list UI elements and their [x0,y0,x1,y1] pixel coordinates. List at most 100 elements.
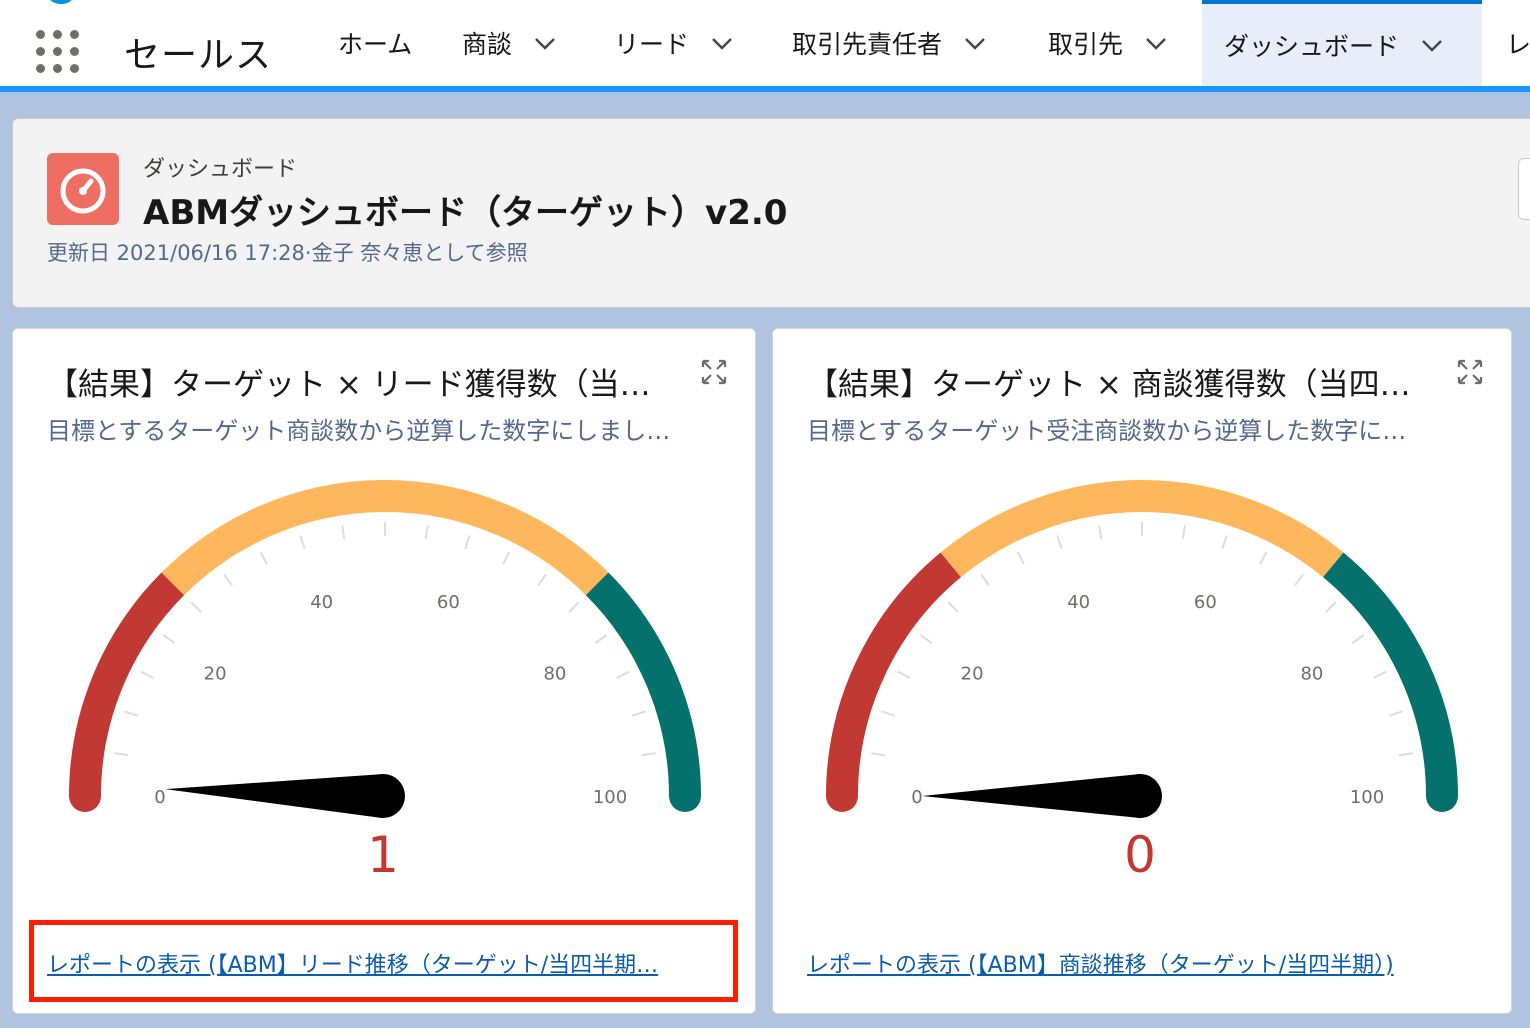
gauge-needle-hub [1118,774,1162,818]
gauge-tick-label: 100 [593,787,627,808]
gauge-tick [1016,551,1025,565]
gauge-band [826,552,962,797]
chevron-down-icon[interactable] [711,32,733,54]
gauge-tick-label: 20 [204,664,227,685]
nav-item-reports[interactable]: レ [1506,0,1530,86]
header-eyebrow: ダッシュボード [143,157,298,182]
nav-item-label: レ [1506,30,1530,59]
gauge-tick [1056,535,1063,550]
gauge-chart: 0 20 40 60 80 100 0 [826,480,1458,884]
dashboard-header: ダッシュボード ABMダッシュボード（ターゲット）v2.0 更新日 2021/0… [12,118,1530,308]
nav-item-label: 商談 [462,30,513,59]
gauge-tick [299,535,306,550]
gauge-tick [881,710,896,717]
view-report-link[interactable]: レポートの表示 (【ABM】商談推移（ターゲット/当四半期）) [807,947,1394,979]
highlight-box [29,920,738,1002]
gauge-tick [259,551,268,565]
nav-item-home[interactable]: ホーム [338,0,412,86]
gauge-value: 1 [367,826,399,884]
gauge-tick-label: 0 [911,787,922,808]
gauge-tick [140,670,154,679]
gauge-tick [1398,752,1413,757]
gauge-band-cap [826,780,858,812]
header-action-button[interactable] [1518,158,1530,220]
gauge-tick [190,601,202,613]
nav-item-accounts[interactable]: 取引先 [1048,0,1167,86]
widget-title[interactable]: 【結果】ターゲット × 商談獲得数（当四… [807,359,1411,404]
gauge-tick [464,535,471,550]
gauge-band [161,480,609,596]
gauge-tick-label: 60 [437,592,460,613]
nav-item-label: ホーム [338,30,413,59]
app-launcher-icon[interactable] [36,30,82,76]
gauge-tick [124,710,139,717]
gauge-tick-label: 80 [543,664,566,685]
top-navigation: セールス ホーム 商談 リード 取引先責任者 取引先 ダッシュボード レ [0,0,1530,92]
gauge-tick [616,670,630,679]
dashboard-widget: 【結果】ターゲット × 商談獲得数（当四… 目標とするターゲット受注商談数から逆… [772,328,1512,1014]
chevron-down-icon[interactable] [964,32,986,54]
nav-item-contacts[interactable]: 取引先責任者 [792,0,986,86]
gauge-chart: 0 20 40 60 80 100 1 [69,480,701,884]
gauge-tick [594,634,608,644]
chevron-down-icon[interactable] [1421,34,1443,56]
expand-icon[interactable] [701,359,727,385]
gauge-tick [919,634,933,644]
gauge-band [585,572,701,797]
gauge-tick [568,601,580,613]
gauge-tick [1388,710,1403,717]
page-title: ABMダッシュボード（ターゲット）v2.0 [143,193,788,233]
gauge-tick-label: 0 [154,787,165,808]
gauge-tick-label: 100 [1350,787,1384,808]
gauge-tick [1294,573,1304,587]
gauge-tick [1351,634,1365,644]
gauge-value: 0 [1124,826,1156,884]
gauge-needle-hub [361,774,405,818]
gauge-band-cap [69,780,101,812]
gauge-tick [162,634,176,644]
gauge-tick-label: 40 [310,592,333,613]
gauge-band [1322,552,1458,797]
gauge-tick [871,752,886,757]
expand-icon[interactable] [1457,359,1483,385]
dashboard-widget: 【結果】ターゲット × リード獲得数（当… 目標とするターゲット商談数から逆算し… [12,328,756,1014]
gauge-tick [1181,525,1186,540]
chevron-down-icon[interactable] [534,32,556,54]
gauge-tick [502,551,511,565]
gauge-icon [47,153,119,225]
nav-item-opportunities[interactable]: 商談 [462,0,556,86]
gauge-needle [922,774,1140,818]
header-meta: 更新日 2021/06/16 17:28·金子 奈々恵として参照 [47,241,528,265]
widget-subtitle: 目標とするターゲット受注商談数から逆算した数字に… [807,417,1407,445]
gauge-band-cap [1426,780,1458,812]
chevron-down-icon[interactable] [1145,32,1167,54]
gauge-tick [947,601,959,613]
gauge-tick [341,525,346,540]
gauge-tick [980,573,990,587]
gauge-tick [631,710,646,717]
nav-item-leads[interactable]: リード [614,0,733,86]
gauge-tick [1221,535,1228,550]
widget-title[interactable]: 【結果】ターゲット × リード獲得数（当… [47,359,651,404]
widget-subtitle: 目標とするターゲット商談数から逆算した数字にしまし… [47,417,671,445]
gauge-tick [537,573,547,587]
gauge-tick [1325,601,1337,613]
nav-item-label: リード [614,30,690,59]
nav-item-dashboards[interactable]: ダッシュボード [1202,0,1482,86]
gauge-tick [897,670,911,679]
gauge-tick [424,525,429,540]
app-name: セールス [124,35,273,76]
gauge-needle [165,774,384,818]
gauge-tick-label: 80 [1300,664,1323,685]
nav-accent-bar [0,86,1530,92]
gauge-tick [1259,551,1268,565]
gauge-tick [641,752,656,757]
gauge-tick-label: 40 [1067,592,1090,613]
salesforce-logo-icon [46,0,76,4]
nav-item-label: 取引先 [1048,30,1124,59]
gauge-band-cap [669,780,701,812]
gauge-band [69,572,185,797]
nav-item-label: ダッシュボード [1224,32,1400,61]
gauge-tick [1373,670,1387,679]
gauge-tick [223,573,233,587]
